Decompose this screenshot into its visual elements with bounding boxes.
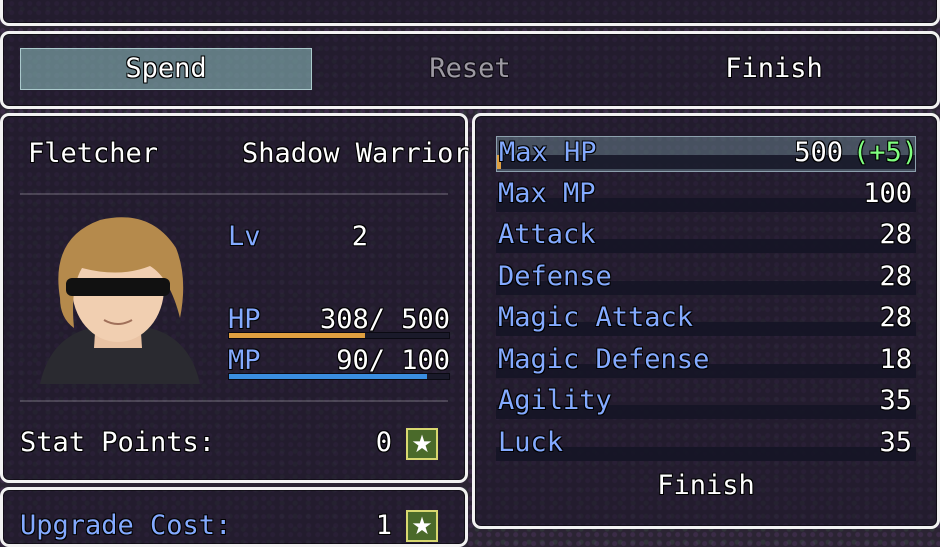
upgrade-cost-value: 1 (375, 510, 392, 541)
stats-finish-button[interactable]: Finish (496, 470, 916, 502)
reset-label: Reset (429, 53, 511, 84)
spend-command[interactable]: Spend (20, 48, 312, 90)
reset-command[interactable]: Reset (324, 48, 616, 90)
separator-top (20, 193, 448, 195)
stat-name: Magic Attack (498, 302, 694, 333)
level-value: 2 (351, 221, 368, 252)
stat-value: 35 (879, 385, 912, 416)
stat-row[interactable]: Attack 28 (496, 219, 916, 255)
actor-class: Shadow Warrior (242, 138, 470, 169)
stat-value: 28 (879, 219, 912, 250)
stat-points-label: Stat Points: (20, 427, 216, 458)
stat-row[interactable]: Defense 28 (496, 261, 916, 297)
finish-label: Finish (725, 53, 823, 84)
stat-row[interactable]: Magic Attack 28 (496, 302, 916, 338)
stat-row[interactable]: Max MP 100 (496, 178, 916, 214)
hp-gauge-fill (229, 333, 365, 338)
stat-row[interactable]: Luck 35 (496, 427, 916, 463)
stat-name: Max MP (498, 177, 596, 209)
spend-label: Spend (125, 53, 207, 84)
stat-name: Defense (498, 260, 612, 292)
upgrade-cost-label: Upgrade Cost: (20, 510, 232, 541)
upgrade-star-icon: ★ (406, 510, 438, 542)
mp-gauge-fill (229, 374, 427, 379)
stat-name: Attack (498, 219, 596, 250)
stat-name: Agility (498, 385, 612, 416)
mp-gauge (228, 373, 450, 380)
stat-name: Magic Defense (498, 343, 710, 375)
stat-value: 28 (879, 302, 912, 333)
actor-name: Fletcher (28, 138, 159, 169)
star-icon: ★ (406, 428, 438, 460)
actor-portrait (40, 217, 200, 384)
stat-value: 500 (794, 137, 843, 168)
stat-row[interactable]: Magic Defense 18 (496, 344, 916, 380)
top-window (0, 0, 940, 26)
stat-value: 100 (863, 177, 912, 209)
stat-row[interactable]: Max HP 500 (+5) (496, 136, 919, 172)
stat-value: 35 (879, 426, 912, 458)
stat-name: Luck (498, 426, 564, 458)
stat-bonus: (+5) (853, 137, 919, 168)
stat-points-value: 0 (375, 427, 392, 458)
stat-value: 28 (879, 260, 912, 292)
hp-gauge (228, 332, 450, 339)
finish-command[interactable]: Finish (628, 48, 920, 90)
stat-name: Max HP (499, 137, 597, 168)
stat-value: 18 (879, 343, 912, 375)
stat-row[interactable]: Agility 35 (496, 385, 916, 421)
separator-bottom (20, 400, 448, 402)
level-label: Lv (228, 221, 261, 252)
